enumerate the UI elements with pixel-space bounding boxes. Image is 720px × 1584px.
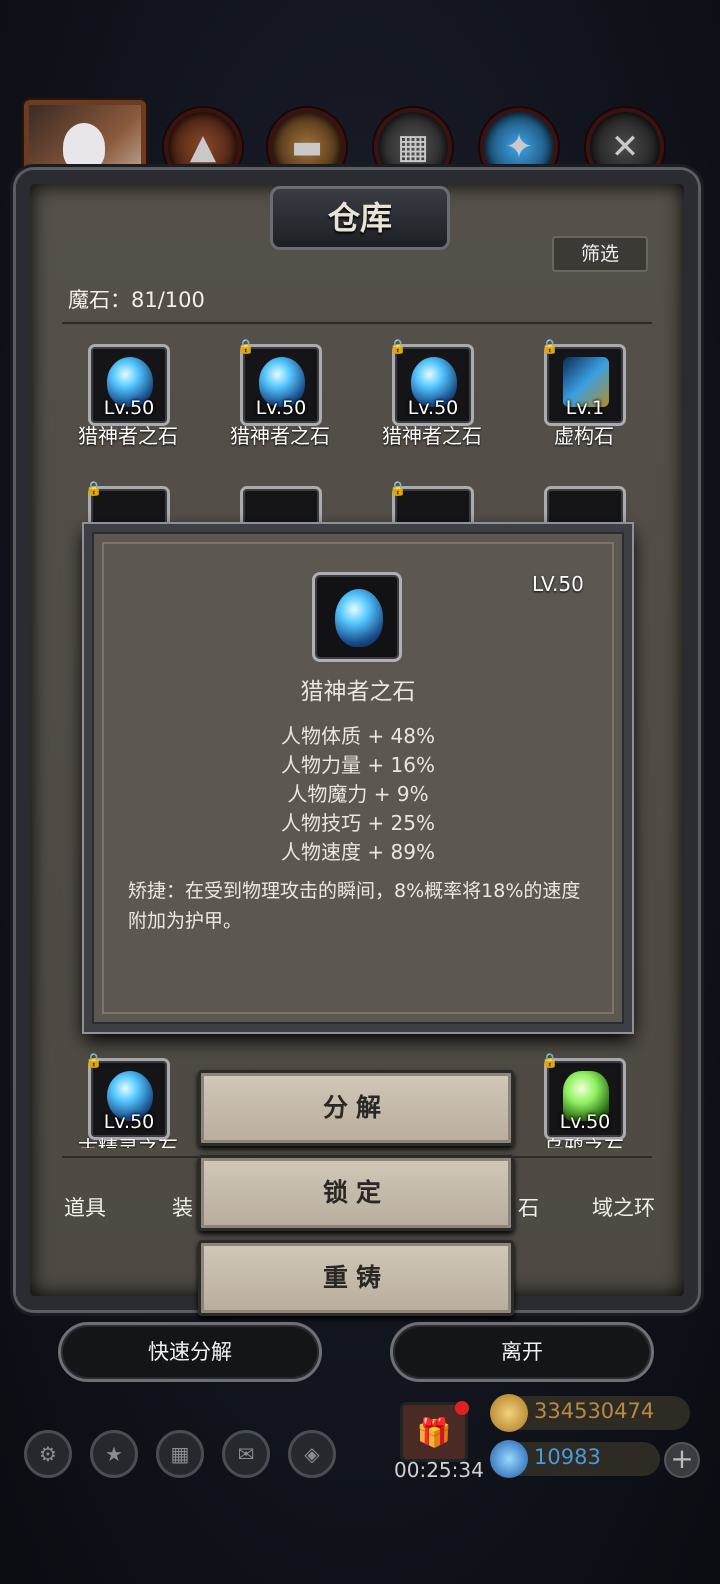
- lock-icon: 🔒: [389, 339, 407, 355]
- item-name: 猎神者之石: [230, 424, 330, 448]
- gold-amount: 334530474: [534, 1399, 655, 1423]
- decompose-button[interactable]: 分解: [198, 1070, 514, 1146]
- panel-title: 仓库: [270, 186, 450, 250]
- tab-equipment[interactable]: 装: [172, 1192, 193, 1222]
- lock-icon: 🔒: [389, 481, 407, 497]
- item-slot[interactable]: 🔒 Lv.50: [85, 1053, 170, 1140]
- stone-icon: [335, 589, 383, 647]
- lock-icon: 🔒: [85, 1053, 103, 1069]
- item-name: 猎神者之石: [78, 424, 178, 448]
- stat-speed: 人物速度 + 89%: [281, 840, 435, 864]
- item-name: 古精灵之石: [78, 1136, 178, 1148]
- tooltip-description: 矫捷：在受到物理攻击的瞬间，8%概率将18%的速度附加为护甲。: [128, 880, 581, 932]
- item-name: 猎神者之石: [382, 424, 482, 448]
- map-icon[interactable]: ▦: [156, 1430, 204, 1478]
- tooltip-stats: 人物体质 + 48% 人物力量 + 16% 人物魔力 + 9% 人物技巧 + 2…: [84, 722, 632, 867]
- settings-icon[interactable]: ⚙: [24, 1430, 72, 1478]
- tooltip-item-icon: [312, 572, 402, 662]
- star-icon[interactable]: ★: [90, 1430, 138, 1478]
- recast-button[interactable]: 重铸: [198, 1240, 514, 1316]
- gift-box-icon[interactable]: 🎁: [400, 1401, 469, 1462]
- diamond-icon: [490, 1440, 528, 1478]
- stat-strength: 人物力量 + 16%: [281, 753, 435, 777]
- lock-icon: 🔒: [541, 1053, 559, 1069]
- item-slot[interactable]: 🔒 Lv.50: [389, 339, 474, 426]
- lock-button[interactable]: 锁定: [198, 1155, 514, 1231]
- tab-items[interactable]: 道具: [64, 1192, 106, 1222]
- quick-decompose-button[interactable]: 快速分解: [58, 1322, 322, 1382]
- tooltip-item-name: 猎神者之石: [300, 679, 416, 705]
- filter-button[interactable]: 筛选: [552, 236, 648, 272]
- leave-button[interactable]: 离开: [390, 1322, 654, 1382]
- add-currency-button[interactable]: +: [664, 1442, 700, 1478]
- lock-icon: 🔒: [237, 339, 255, 355]
- mail-icon[interactable]: ✉: [222, 1430, 270, 1478]
- tooltip-level: LV.50: [532, 572, 584, 596]
- countdown-timer: 00:25:34: [394, 1458, 484, 1482]
- gem-amount: 10983: [534, 1445, 601, 1469]
- stat-skill: 人物技巧 + 25%: [281, 811, 435, 835]
- stone-count: 魔石：81/100: [68, 288, 205, 312]
- gold-coin-icon: [490, 1394, 528, 1432]
- notification-dot: [455, 1401, 469, 1415]
- ghost-avatar-icon: [63, 123, 105, 171]
- item-slot[interactable]: Lv.50: [88, 344, 170, 426]
- lock-icon: 🔒: [85, 481, 103, 497]
- tab-stones[interactable]: 石: [518, 1192, 539, 1222]
- lock-icon: 🔒: [541, 339, 559, 355]
- item-name: 乌鸦之石: [544, 1136, 624, 1148]
- gem-bar: 10983: [490, 1440, 660, 1478]
- dice-icon[interactable]: ◈: [288, 1430, 336, 1478]
- tab-domain-ring[interactable]: 域之环: [592, 1192, 655, 1222]
- item-name: 虚构石: [554, 424, 614, 448]
- stat-magic: 人物魔力 + 9%: [287, 782, 429, 806]
- item-slot[interactable]: 🔒 Lv.50: [541, 1053, 626, 1140]
- item-slot[interactable]: 🔒 Lv.50: [237, 339, 322, 426]
- gold-bar: 334530474: [490, 1394, 690, 1432]
- divider: [62, 322, 652, 324]
- item-slot[interactable]: 🔒 Lv.1: [541, 339, 626, 426]
- stat-constitution: 人物体质 + 48%: [281, 724, 435, 748]
